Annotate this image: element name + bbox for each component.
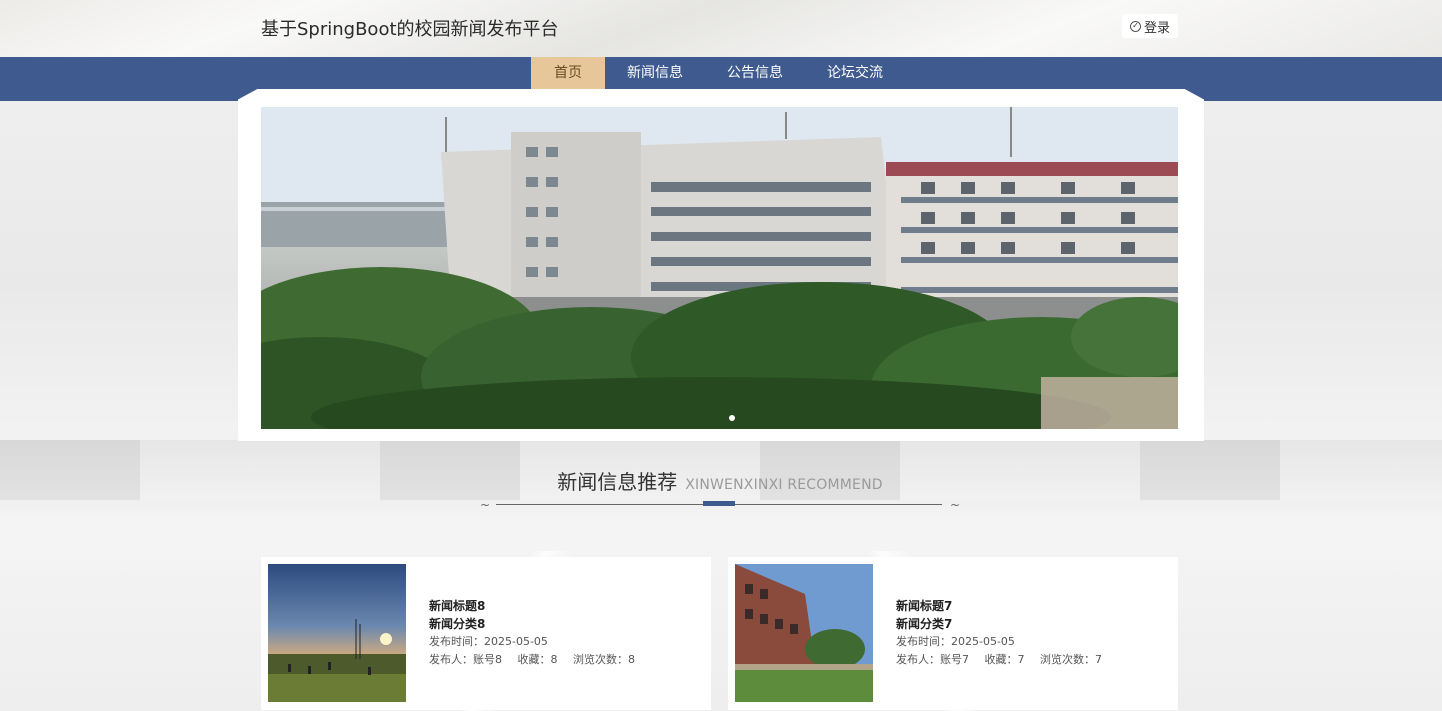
carousel-banner[interactable] <box>261 107 1178 429</box>
news-category: 新闻分类7 <box>896 617 953 631</box>
news-body: 新闻标题7 新闻分类7 发布时间：2025-05-05 发布人：账号7 收藏：7… <box>896 597 1166 669</box>
news-card[interactable]: 新闻标题7 新闻分类7 发布时间：2025-05-05 发布人：账号7 收藏：7… <box>728 557 1178 710</box>
campus-building-image <box>261 107 1178 429</box>
favorites-value: 8 <box>550 653 558 666</box>
news-stats: 发布人：账号7 收藏：7 浏览次数：7 <box>896 651 1166 669</box>
favorites-label: 收藏： <box>984 653 1018 666</box>
news-publish-time: 发布时间：2025-05-05 <box>896 633 1166 651</box>
section-divider-accent <box>703 501 735 506</box>
news-category: 新闻分类8 <box>429 617 486 631</box>
news-title[interactable]: 新闻标题8 <box>429 597 699 615</box>
views-value: 7 <box>1095 653 1102 666</box>
header: 基于SpringBoot的校园新闻发布平台 ✓ 登录 <box>0 0 1442 56</box>
nav-items: 首页 新闻信息 公告信息 论坛交流 <box>531 57 905 89</box>
campus-building-lawn-image <box>735 564 873 702</box>
news-title[interactable]: 新闻标题7 <box>896 597 1166 615</box>
section-heading: 新闻信息推荐 XINWENXINXI RECOMMEND ~ ~ <box>480 466 960 514</box>
news-thumbnail[interactable] <box>268 564 406 702</box>
favorites-value: 7 <box>1017 653 1025 666</box>
check-circle-icon: ✓ <box>1129 20 1141 32</box>
news-card[interactable]: 新闻标题8 新闻分类8 发布时间：2025-05-05 发布人：账号8 收藏：8… <box>261 557 711 710</box>
views-label: 浏览次数： <box>1040 653 1095 666</box>
publisher-label: 发布人： <box>429 653 473 666</box>
sunset-field-image <box>268 564 406 702</box>
publisher-label: 发布人： <box>896 653 940 666</box>
site-title: 基于SpringBoot的校园新闻发布平台 <box>261 19 559 40</box>
section-title: 新闻信息推荐 <box>557 470 678 494</box>
login-label: 登录 <box>1143 20 1170 36</box>
news-body: 新闻标题8 新闻分类8 发布时间：2025-05-05 发布人：账号8 收藏：8… <box>429 597 699 669</box>
publisher-value: 账号8 <box>473 653 502 666</box>
section-subtitle: XINWENXINXI RECOMMEND <box>685 477 883 493</box>
nav-item-announcements[interactable]: 公告信息 <box>705 57 805 89</box>
views-label: 浏览次数： <box>573 653 628 666</box>
publish-time-label: 发布时间： <box>896 635 951 648</box>
news-thumbnail[interactable] <box>735 564 873 702</box>
publish-time-value: 2025-05-05 <box>484 635 548 648</box>
views-value: 8 <box>628 653 635 666</box>
publish-time-label: 发布时间： <box>429 635 484 648</box>
flourish-left-icon: ~ <box>480 498 491 512</box>
login-button[interactable]: ✓ 登录 <box>1122 14 1178 38</box>
publisher-value: 账号7 <box>940 653 969 666</box>
nav-item-home[interactable]: 首页 <box>531 57 605 89</box>
flourish-right-icon: ~ <box>949 498 960 512</box>
nav-item-forum[interactable]: 论坛交流 <box>805 57 905 89</box>
news-publish-time: 发布时间：2025-05-05 <box>429 633 699 651</box>
nav-item-news[interactable]: 新闻信息 <box>605 57 705 89</box>
news-stats: 发布人：账号8 收藏：8 浏览次数：8 <box>429 651 699 669</box>
favorites-label: 收藏： <box>517 653 551 666</box>
carousel-indicator-dot[interactable] <box>729 415 735 421</box>
publish-time-value: 2025-05-05 <box>951 635 1015 648</box>
